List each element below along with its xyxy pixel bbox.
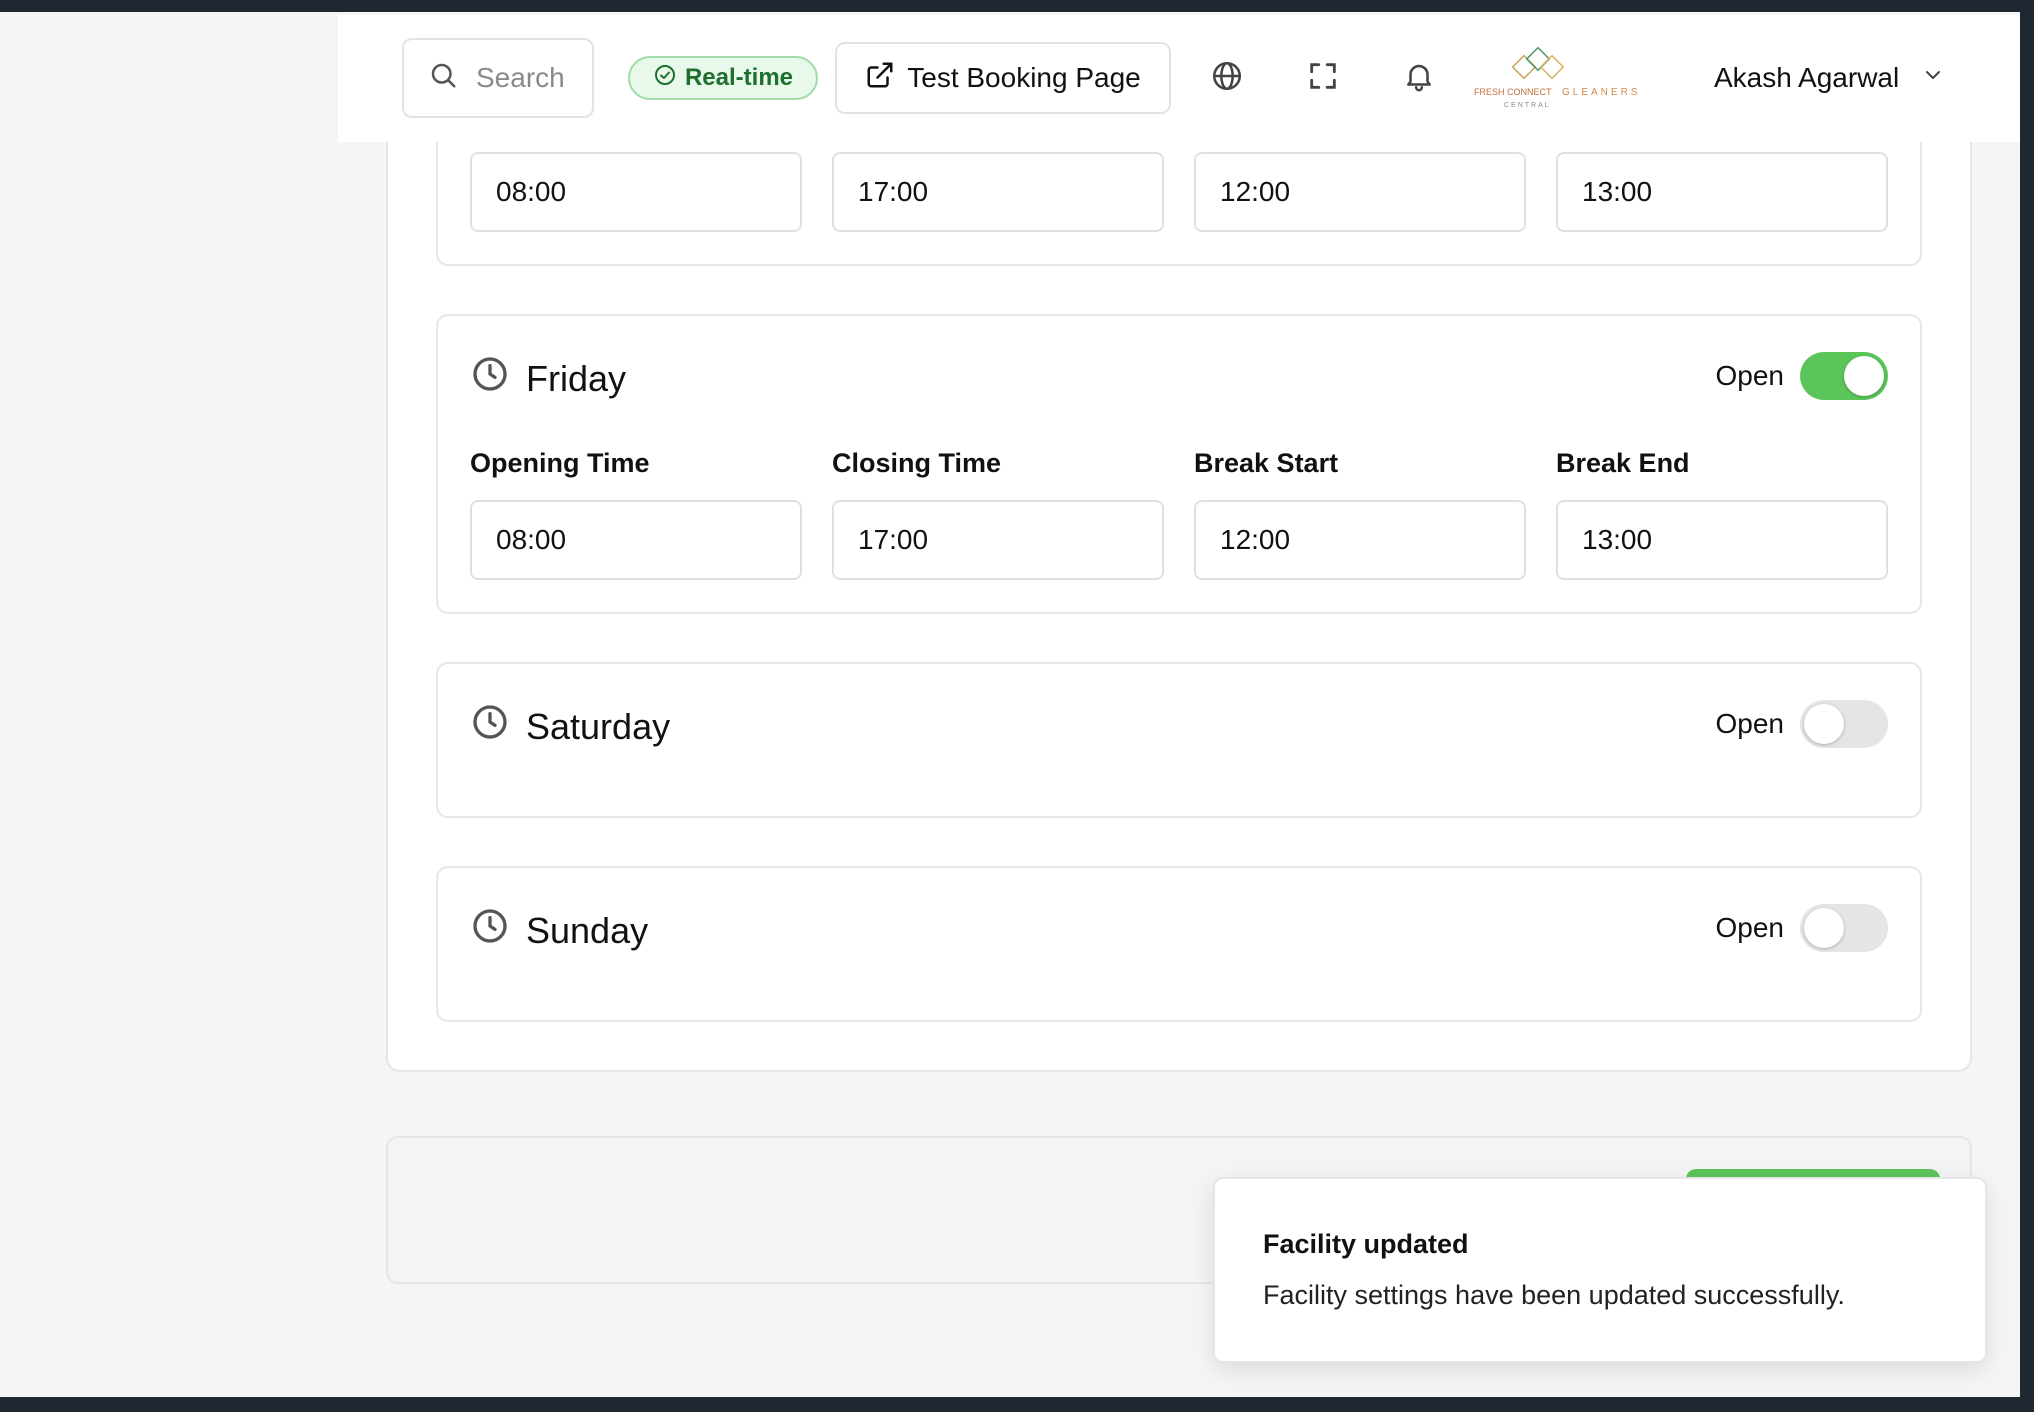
opening-time-input[interactable]: 08:00 — [470, 152, 802, 232]
check-circle-icon — [653, 63, 677, 94]
open-toggle[interactable] — [1800, 904, 1888, 952]
user-menu[interactable]: Akash Agarwal — [1714, 55, 1945, 101]
window-right-edge — [2020, 0, 2034, 1412]
toast-title: Facility updated — [1263, 1229, 1469, 1259]
toggle-knob — [1844, 356, 1884, 396]
open-label: Open — [1715, 708, 1785, 739]
day-card-thursday: 08:00 17:00 12:00 13:00 — [436, 130, 1922, 266]
bell-icon — [1402, 59, 1436, 98]
clock-icon — [470, 354, 510, 403]
notifications-button[interactable] — [1396, 55, 1442, 101]
break-start-label: Break Start — [1194, 448, 1339, 478]
test-booking-label: Test Booking Page — [907, 62, 1141, 93]
open-toggle-group: Open — [1715, 904, 1888, 952]
break-end-input[interactable]: 13:00 — [1556, 500, 1888, 580]
open-toggle-group: Open — [1715, 352, 1888, 400]
search-placeholder: Search — [476, 62, 565, 93]
search-icon — [428, 60, 458, 97]
window-top-edge — [0, 0, 2034, 12]
user-name: Akash Agarwal — [1714, 62, 1900, 93]
opening-time-input[interactable]: 08:00 — [470, 500, 802, 580]
logo-text-left: FRESH CONNECT — [1474, 87, 1552, 97]
fullscreen-icon — [1306, 59, 1340, 98]
break-end-label: Break End — [1556, 448, 1690, 478]
break-start-input[interactable]: 12:00 — [1194, 500, 1526, 580]
open-toggle-group: Open — [1715, 700, 1888, 748]
day-title: Sunday — [470, 906, 648, 955]
closing-time-input[interactable]: 17:00 — [832, 152, 1164, 232]
opening-time-label: Opening Time — [470, 448, 650, 478]
break-end-input[interactable]: 13:00 — [1556, 152, 1888, 232]
top-header-layer: Search Real-time Test Booking Page FRESH… — [338, 15, 2020, 142]
realtime-label: Real-time — [684, 64, 794, 91]
organization-logo: FRESH CONNECT CENTRAL GLEANERS — [1474, 43, 1650, 113]
day-name: Friday — [526, 357, 627, 399]
toggle-knob — [1804, 704, 1844, 744]
chevron-down-icon — [1921, 62, 1945, 94]
globe-icon — [1210, 59, 1244, 98]
open-toggle[interactable] — [1800, 700, 1888, 748]
day-card-saturday: Saturday Open — [436, 662, 1922, 818]
break-start-input[interactable]: 12:00 — [1194, 152, 1526, 232]
open-toggle[interactable] — [1800, 352, 1888, 400]
open-label: Open — [1715, 360, 1785, 391]
language-button[interactable] — [1204, 55, 1250, 101]
window-bottom-edge — [0, 1397, 2034, 1412]
clock-icon — [470, 906, 510, 955]
closing-time-input[interactable]: 17:00 — [832, 500, 1164, 580]
toast-notification[interactable]: Facility updated Facility settings have … — [1213, 1177, 1987, 1363]
toggle-knob — [1804, 908, 1844, 948]
logo-text-sub: CENTRAL — [1504, 102, 1551, 109]
toast-message: Facility settings have been updated succ… — [1263, 1280, 1845, 1310]
test-booking-page-button[interactable]: Test Booking Page — [835, 42, 1171, 114]
day-card-sunday: Sunday Open — [436, 866, 1922, 1022]
logo-text-right: GLEANERS — [1562, 87, 1640, 98]
day-name: Saturday — [526, 705, 671, 747]
external-link-icon — [865, 60, 895, 97]
open-label: Open — [1715, 912, 1785, 943]
realtime-badge: Real-time — [628, 56, 818, 100]
day-name: Sunday — [526, 909, 649, 951]
day-title: Friday — [470, 354, 626, 403]
search-box[interactable]: Search — [402, 38, 594, 118]
day-card-friday: Friday Open Opening Time Closing Time Br… — [436, 314, 1922, 614]
fullscreen-button[interactable] — [1300, 55, 1346, 101]
day-title: Saturday — [470, 702, 670, 751]
closing-time-label: Closing Time — [832, 448, 1002, 478]
clock-icon — [470, 702, 510, 751]
